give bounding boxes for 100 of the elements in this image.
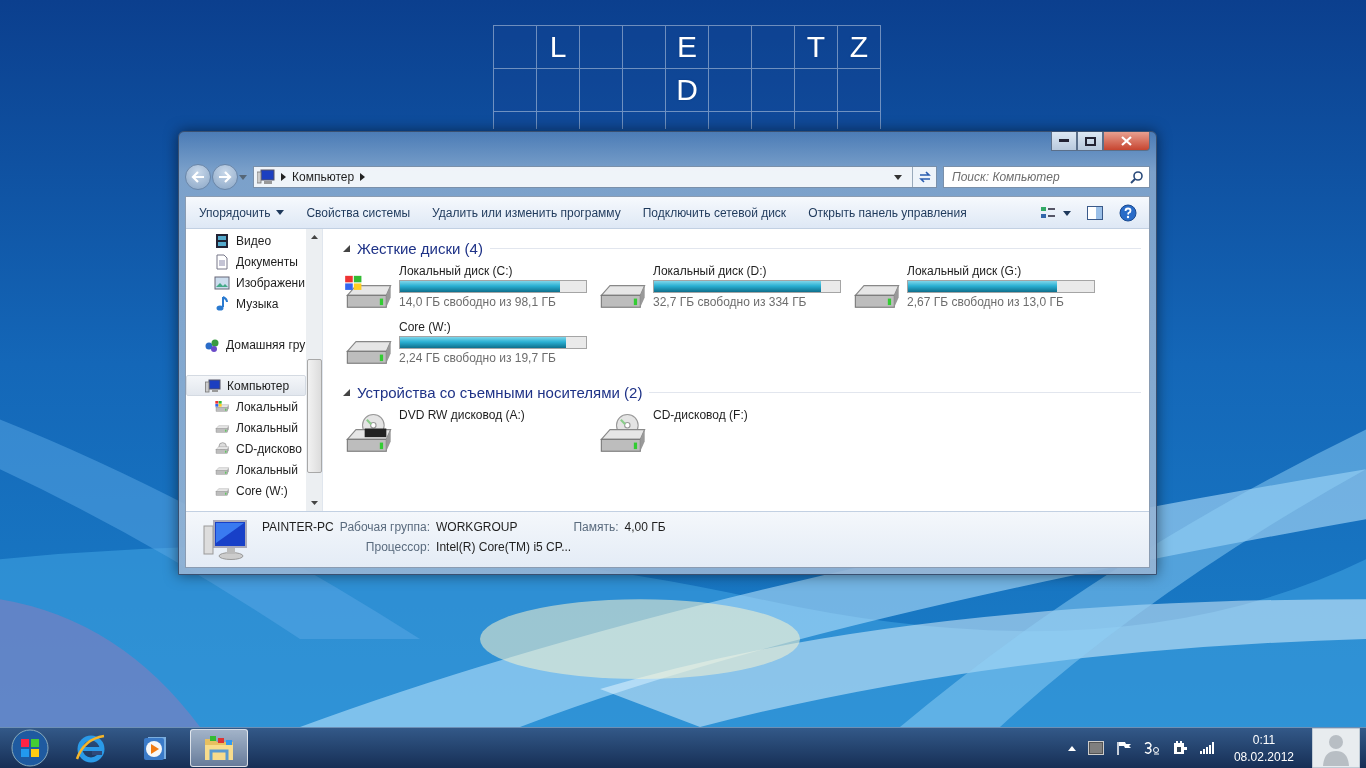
free-space-text: 14,0 ГБ свободно из 98,1 ГБ	[399, 295, 557, 309]
nav-item[interactable]: Изображени	[186, 272, 306, 293]
pictures-icon	[214, 274, 230, 291]
grid-cell[interactable]: Z	[838, 26, 881, 69]
toolbar-button[interactable]: Упорядочить	[192, 201, 292, 224]
search-field[interactable]: Поиск: Компьютер	[943, 166, 1150, 188]
music-icon	[214, 295, 230, 312]
signal-bars-icon[interactable]	[1199, 742, 1216, 754]
drive-name[interactable]: Core (W:)	[399, 320, 587, 334]
computer-icon	[202, 517, 250, 562]
computer-icon	[205, 377, 221, 394]
scrollbar[interactable]	[306, 229, 322, 511]
nav-item[interactable]: Видео	[186, 230, 306, 251]
grid-cell[interactable]	[838, 69, 881, 112]
nav-item[interactable]: Core (W:)	[186, 480, 306, 501]
nav-item[interactable]: Компьютер	[186, 375, 306, 396]
scroll-thumb[interactable]	[306, 359, 322, 473]
free-space-text: 2,67 ГБ свободно из 13,0 ГБ	[907, 295, 1065, 309]
grid-cell[interactable]	[580, 26, 623, 69]
address-crumb[interactable]: Компьютер	[292, 170, 355, 184]
grid-cell[interactable]	[795, 69, 838, 112]
keyboard-icon[interactable]	[1087, 741, 1104, 755]
maximize-button[interactable]	[1077, 132, 1103, 151]
back-arrow-icon	[191, 171, 205, 183]
grid-cell[interactable]: D	[666, 69, 709, 112]
grid-cell[interactable]: T	[795, 26, 838, 69]
nav-item[interactable]: Домашняя гру	[186, 334, 306, 355]
refresh-icon	[917, 171, 932, 183]
windows-orb-icon	[10, 728, 50, 768]
grid-cell[interactable]: E	[666, 26, 709, 69]
grid-cell[interactable]	[494, 69, 537, 112]
close-button[interactable]	[1103, 132, 1150, 151]
nav-item[interactable]: Локальный	[186, 459, 306, 480]
grid-cell[interactable]	[752, 26, 795, 69]
detail-label: Рабочая группа:	[339, 520, 431, 534]
grid-letter: Z	[849, 30, 869, 64]
grid-letter: T	[806, 30, 826, 64]
grid-cell[interactable]	[623, 69, 666, 112]
toolbar-button[interactable]: Удалить или изменить программу	[425, 201, 628, 224]
search-icon[interactable]	[1130, 171, 1143, 184]
view-list-icon	[1041, 205, 1071, 220]
forward-button[interactable]	[212, 164, 238, 190]
documents-icon	[214, 253, 230, 270]
chevron-icon[interactable]	[281, 173, 286, 181]
detail-label: Память:	[573, 520, 619, 534]
collapse-triangle-icon[interactable]	[343, 244, 350, 252]
minimize-icon	[1059, 139, 1069, 143]
nav-item[interactable]: CD-дисково	[186, 438, 306, 459]
power-plug-icon[interactable]	[1171, 740, 1188, 756]
chevron-icon[interactable]	[360, 173, 366, 181]
clock[interactable]: 0:11 08.02.2012	[1227, 732, 1300, 764]
address-bar[interactable]: Компьютер	[253, 166, 937, 188]
nav-item[interactable]: Документы	[186, 251, 306, 272]
toolbar-button[interactable]: Подключить сетевой диск	[635, 201, 794, 224]
grid-cell[interactable]	[623, 26, 666, 69]
drive-name[interactable]: Локальный диск (D:)	[653, 264, 841, 278]
history-caret-icon[interactable]	[239, 174, 247, 180]
grid-cell[interactable]	[709, 69, 752, 112]
dropdown-caret-icon[interactable]	[894, 174, 902, 180]
nav-item[interactable]: Музыка	[186, 293, 306, 314]
pane-icon	[1087, 205, 1103, 220]
grid-letter: L	[549, 30, 567, 64]
show-hidden-icons-icon[interactable]	[1067, 745, 1076, 751]
caret-icon	[276, 210, 285, 215]
toolbar-button[interactable]: Свойства системы	[299, 201, 418, 224]
nav-item[interactable]: Локальный	[186, 417, 306, 438]
detail-value: Intel(R) Core(TM) i5 CP...	[436, 540, 573, 554]
collapse-triangle-icon[interactable]	[343, 388, 350, 396]
scroll-up-icon[interactable]	[310, 235, 318, 239]
maximize-icon	[1084, 136, 1096, 146]
drive-name[interactable]: Локальный диск (C:)	[399, 264, 587, 278]
detail-value: 4,00 ГБ	[624, 520, 666, 534]
language-icon[interactable]	[1143, 741, 1160, 755]
free-space-text: 32,7 ГБ свободно из 334 ГБ	[653, 295, 808, 309]
grid-cell[interactable]	[537, 69, 580, 112]
grid-letter: D	[676, 73, 698, 107]
grid-cell[interactable]	[580, 69, 623, 112]
detail-value: WORKGROUP	[436, 520, 518, 534]
flag-icon[interactable]	[1115, 741, 1132, 755]
drive-name[interactable]: DVD RW дисковод (A:)	[399, 408, 525, 422]
grid-cell[interactable]: L	[537, 26, 580, 69]
drive-name[interactable]: CD-дисковод (F:)	[653, 408, 748, 422]
grid-cell[interactable]	[752, 69, 795, 112]
computer-name: PAINTER-PC	[262, 520, 334, 534]
toolbar-button[interactable]: Открыть панель управления	[801, 201, 974, 224]
drive-icon	[214, 398, 230, 415]
scroll-down-icon[interactable]	[310, 501, 318, 505]
folder-icon	[202, 733, 236, 763]
group-header[interactable]: Жесткие диски (4)	[357, 239, 483, 257]
back-button[interactable]	[185, 164, 211, 190]
grid-cell[interactable]	[709, 26, 752, 69]
nav-item[interactable]: Локальный	[186, 396, 306, 417]
forward-arrow-icon	[218, 171, 232, 183]
free-space-text: 2,24 ГБ свободно из 19,7 ГБ	[399, 351, 557, 365]
grid-letter: E	[677, 30, 697, 64]
grid-cell[interactable]	[494, 26, 537, 69]
minimize-button[interactable]	[1051, 132, 1077, 151]
drive-name[interactable]: Локальный диск (G:)	[907, 264, 1095, 278]
cd-drive-icon	[214, 440, 230, 457]
group-header[interactable]: Устройства со съемными носителями (2)	[357, 383, 643, 401]
